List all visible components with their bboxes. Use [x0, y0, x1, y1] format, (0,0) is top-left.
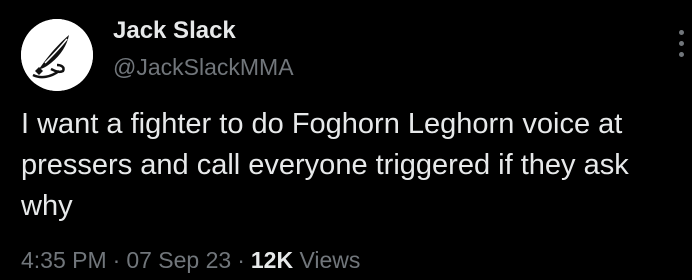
tweet: Jack Slack @JackSlackMMA I want a fighte… — [0, 0, 692, 280]
more-dot — [678, 41, 684, 46]
author-name[interactable]: Jack Slack — [113, 16, 236, 46]
quill-logo-icon — [21, 19, 93, 91]
meta-separator: · — [237, 247, 245, 273]
views-label: Views — [299, 247, 361, 273]
tweet-date[interactable]: 07 Sep 23 — [126, 247, 231, 273]
more-dot — [678, 30, 684, 35]
meta-separator: · — [112, 247, 121, 273]
tweet-time[interactable]: 4:35 PM — [21, 247, 107, 273]
views-count[interactable]: 12K — [251, 247, 293, 273]
more-options-icon[interactable] — [676, 30, 686, 66]
author-handle[interactable]: @JackSlackMMA — [113, 52, 294, 82]
avatar[interactable] — [21, 19, 93, 91]
tweet-text: I want a fighter to do Foghorn Leghorn v… — [21, 108, 629, 222]
tweet-meta: 4:35 PM · 07 Sep 23 · 12K Views — [21, 244, 360, 276]
more-dot — [678, 52, 684, 57]
